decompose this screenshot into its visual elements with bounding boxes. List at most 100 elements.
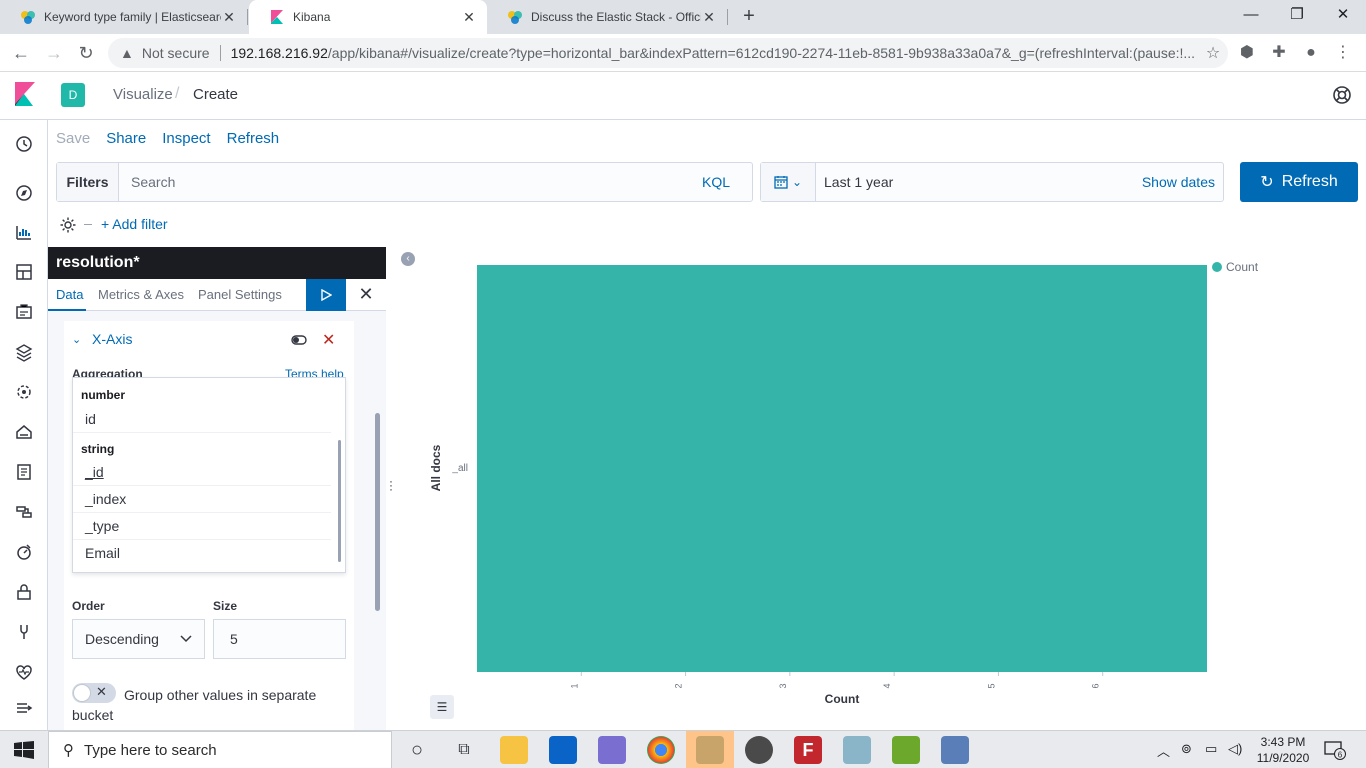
- logs-icon[interactable]: [12, 460, 36, 484]
- action-center-icon[interactable]: 6: [1324, 740, 1346, 760]
- extension-icon[interactable]: ⬢: [1236, 42, 1258, 64]
- close-tab-icon[interactable]: ✕: [461, 9, 477, 26]
- infrastructure-icon[interactable]: [12, 420, 36, 444]
- close-tab-icon[interactable]: ✕: [701, 9, 717, 26]
- size-input[interactable]: 5: [213, 619, 346, 659]
- generic-app-icon[interactable]: [843, 736, 871, 764]
- chevron-down-icon[interactable]: ⌄: [72, 333, 81, 346]
- space-avatar[interactable]: D: [61, 83, 85, 107]
- tab-panel-settings[interactable]: Panel Settings: [198, 287, 282, 302]
- address-bar[interactable]: ▲ Not secure 192.168.216.92/app/kibana#/…: [108, 38, 1228, 68]
- remote-desktop-icon[interactable]: [598, 736, 626, 764]
- filter-settings-gear-icon[interactable]: [59, 216, 77, 234]
- field-option-_index[interactable]: _index: [73, 486, 331, 513]
- forward-arrow-icon[interactable]: →: [41, 40, 67, 66]
- recently-viewed-clock-icon[interactable]: [12, 132, 36, 156]
- minimize-icon[interactable]: —: [1228, 0, 1274, 34]
- sidebar-scrollbar[interactable]: [375, 413, 380, 611]
- monitor-tray-icon[interactable]: ▭: [1205, 741, 1217, 757]
- warning-triangle-icon[interactable]: ▲: [120, 45, 134, 61]
- tray-chevron-up-icon[interactable]: ︿: [1157, 741, 1170, 760]
- dropdown-scrollbar[interactable]: [338, 440, 341, 562]
- filters-button[interactable]: Filters: [57, 163, 119, 201]
- kql-toggle[interactable]: KQL: [702, 174, 752, 190]
- bookmark-star-icon[interactable]: ☆: [1198, 43, 1228, 63]
- kibana-logo-icon[interactable]: [13, 82, 37, 108]
- maps-icon[interactable]: [12, 340, 36, 364]
- resize-drag-handle-icon[interactable]: · · ·: [389, 475, 393, 495]
- uptime-icon[interactable]: [12, 540, 36, 564]
- tool-app-icon[interactable]: [696, 736, 724, 764]
- back-arrow-icon[interactable]: ←: [8, 40, 34, 66]
- file-explorer-icon[interactable]: [500, 736, 528, 764]
- field-option-_type[interactable]: _type: [73, 513, 331, 540]
- taskbar-search-box[interactable]: ⚲ Type here to search: [48, 731, 392, 768]
- app-icon[interactable]: [941, 736, 969, 764]
- count-bar[interactable]: [477, 265, 1207, 672]
- task-view-icon[interactable]: ⧉: [450, 736, 478, 764]
- group-other-switch[interactable]: ✕: [72, 683, 116, 703]
- quick-menu-button[interactable]: ⌄: [761, 163, 816, 201]
- apply-changes-button[interactable]: [306, 279, 346, 311]
- cortana-circle-icon[interactable]: ○: [403, 736, 431, 764]
- toggle-bucket-icon[interactable]: [291, 332, 307, 348]
- field-option-email[interactable]: Email: [73, 540, 331, 567]
- legend-label[interactable]: Count: [1226, 260, 1259, 274]
- restore-window-icon[interactable]: ❐: [1274, 0, 1320, 34]
- remove-bucket-icon[interactable]: ✕: [322, 330, 335, 350]
- taskbar-clock[interactable]: 3:43 PM 11/9/2020: [1248, 734, 1318, 766]
- refresh-menu-item[interactable]: Refresh: [227, 130, 280, 150]
- tab-metrics-axes[interactable]: Metrics & Axes: [98, 287, 184, 302]
- dev-tools-icon[interactable]: [12, 620, 36, 644]
- visualize-chart-icon[interactable]: [12, 220, 36, 244]
- notepad-plus-icon[interactable]: [892, 736, 920, 764]
- apm-icon[interactable]: [12, 500, 36, 524]
- terms-help-link[interactable]: Terms help: [285, 367, 344, 377]
- siem-lock-icon[interactable]: [12, 580, 36, 604]
- save-menu-item[interactable]: Save: [56, 130, 90, 150]
- search-input[interactable]: Search: [119, 174, 702, 190]
- profile-avatar-icon[interactable]: ●: [1300, 42, 1322, 64]
- order-select[interactable]: Descending: [72, 619, 205, 659]
- volume-tray-icon[interactable]: ◁): [1228, 741, 1242, 757]
- time-range-value[interactable]: Last 1 year: [816, 174, 1142, 190]
- tab-data[interactable]: Data: [56, 287, 83, 302]
- stack-monitoring-icon[interactable]: [12, 660, 36, 684]
- canvas-icon[interactable]: [12, 300, 36, 324]
- close-tab-icon[interactable]: ✕: [221, 9, 237, 26]
- breadcrumb-visualize[interactable]: Visualize: [113, 86, 173, 103]
- show-dates-link[interactable]: Show dates: [1142, 174, 1223, 190]
- chrome-icon[interactable]: [647, 736, 675, 764]
- browser-menu-icon[interactable]: ⋮: [1332, 42, 1354, 64]
- new-tab-plus-icon[interactable]: +: [737, 5, 761, 29]
- reload-icon[interactable]: ↻: [73, 40, 99, 66]
- close-window-icon[interactable]: ✕: [1320, 0, 1366, 34]
- browser-toolbar: ← → ↻ ▲ Not secure 192.168.216.92/app/ki…: [0, 34, 1366, 72]
- discover-compass-icon[interactable]: [12, 181, 36, 205]
- field-option-_id[interactable]: _id: [73, 459, 331, 486]
- puzzle-extensions-icon[interactable]: ✚: [1268, 42, 1290, 64]
- inspect-menu-item[interactable]: Inspect: [162, 130, 210, 150]
- legend-swatch[interactable]: [1212, 262, 1222, 272]
- machine-learning-icon[interactable]: [12, 380, 36, 404]
- outlook-icon[interactable]: [549, 736, 577, 764]
- url-text[interactable]: 192.168.216.92/app/kibana#/visualize/cre…: [231, 45, 1198, 61]
- add-filter-button[interactable]: + Add filter: [101, 216, 168, 232]
- not-secure-label[interactable]: Not secure: [142, 45, 210, 61]
- collapse-nav-icon[interactable]: [12, 696, 36, 720]
- filezilla-icon[interactable]: F: [794, 736, 822, 764]
- windows-start-icon[interactable]: [14, 741, 34, 759]
- collapse-sidebar-icon[interactable]: ‹: [401, 252, 415, 266]
- dashboard-icon[interactable]: [12, 260, 36, 284]
- x-axis-accordion-label[interactable]: X-Axis: [92, 331, 132, 347]
- help-lifebuoy-icon[interactable]: [1331, 84, 1353, 106]
- share-menu-item[interactable]: Share: [106, 130, 146, 150]
- tab-elasticsearch-docs[interactable]: Keyword type family | Elasticsearc ✕: [0, 0, 247, 34]
- tab-kibana[interactable]: Kibana ✕: [249, 0, 487, 34]
- network-tray-icon[interactable]: ⊚: [1181, 741, 1192, 757]
- tab-discuss-elastic[interactable]: Discuss the Elastic Stack - Official ✕: [487, 0, 727, 34]
- discard-close-icon[interactable]: ✕: [356, 284, 376, 304]
- refresh-button[interactable]: ↻ Refresh: [1240, 162, 1358, 202]
- globe-app-icon[interactable]: [745, 736, 773, 764]
- field-option-id[interactable]: id: [73, 406, 331, 433]
